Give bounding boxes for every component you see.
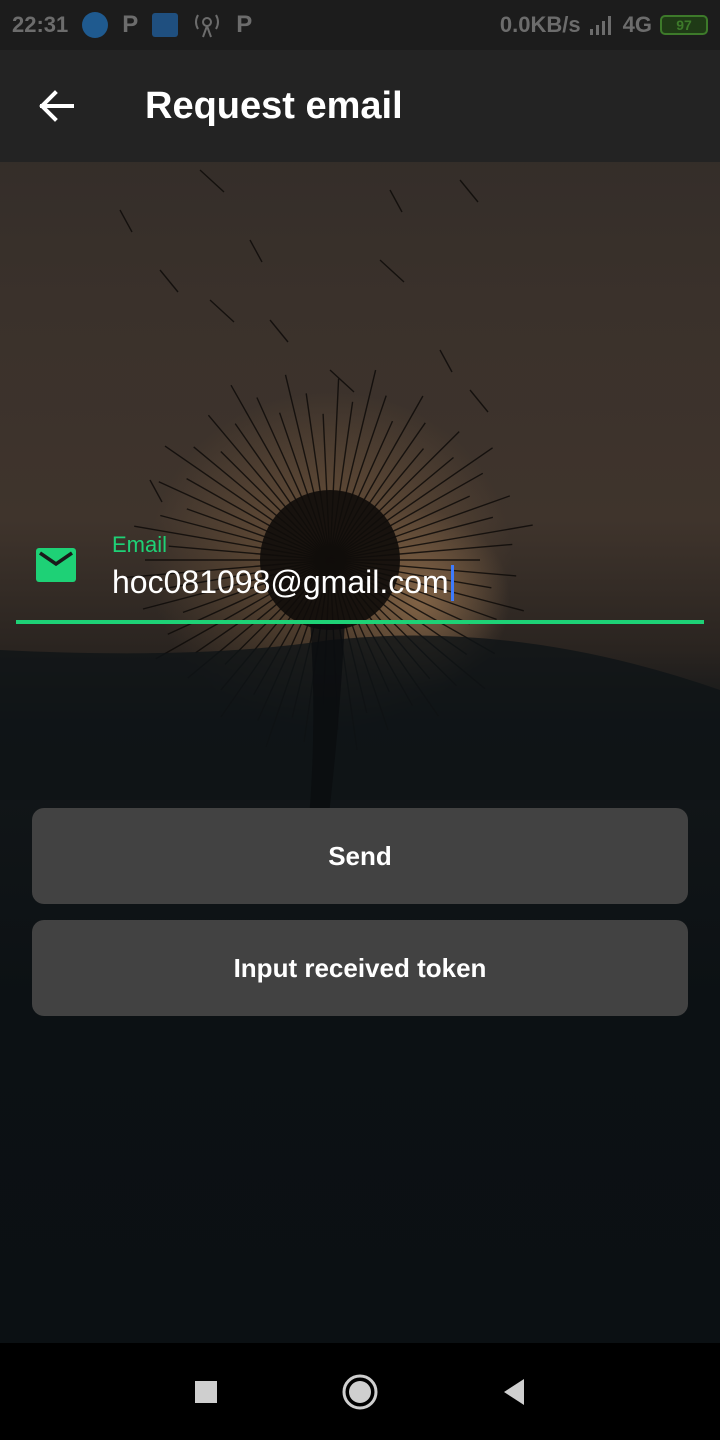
back-button[interactable] <box>0 50 112 162</box>
email-field[interactable]: Email hoc081098@gmail.com <box>16 520 704 628</box>
network-type: 4G <box>622 12 652 37</box>
email-field-underline <box>16 620 704 624</box>
page-title: Request email <box>145 84 403 127</box>
nav-back-button[interactable] <box>492 1370 536 1414</box>
text-cursor <box>450 564 454 601</box>
back-triangle-icon <box>504 1378 524 1405</box>
signal-tower-icon <box>195 14 220 38</box>
email-input[interactable]: hoc081098@gmail.com <box>112 564 454 601</box>
request-email-screen: 22:31 P P 0.0KB/s 4G 97 Request email Em… <box>0 0 720 1440</box>
dandelion-background-image <box>0 169 720 900</box>
net-speed: 0.0KB/s <box>499 12 581 37</box>
signal-bars-icon <box>589 16 611 35</box>
wifi-icon <box>82 12 109 38</box>
recents-square-icon <box>195 1380 217 1403</box>
p-notification-icon: P <box>122 11 139 38</box>
battery-icon: 97 <box>660 15 708 35</box>
status-bar: 22:31 P P 0.0KB/s 4G 97 <box>0 0 720 50</box>
hotspot-icon <box>152 13 179 37</box>
home-button[interactable] <box>338 1370 382 1414</box>
home-circle-icon <box>342 1374 378 1409</box>
p-notification-icon: P <box>236 11 253 38</box>
email-field-label: Email <box>112 532 168 557</box>
recents-button[interactable] <box>184 1370 228 1414</box>
status-time: 22:31 <box>12 12 69 37</box>
arrow-left-icon <box>39 90 74 122</box>
input-received-token-button[interactable]: Input received token <box>32 920 688 1016</box>
battery-level: 97 <box>676 17 692 33</box>
system-nav-bar <box>0 1343 720 1440</box>
app-bar: Request email <box>0 50 720 162</box>
email-input-value: hoc081098@gmail.com <box>112 564 449 600</box>
mail-icon <box>36 548 76 582</box>
send-button[interactable]: Send <box>32 808 688 904</box>
